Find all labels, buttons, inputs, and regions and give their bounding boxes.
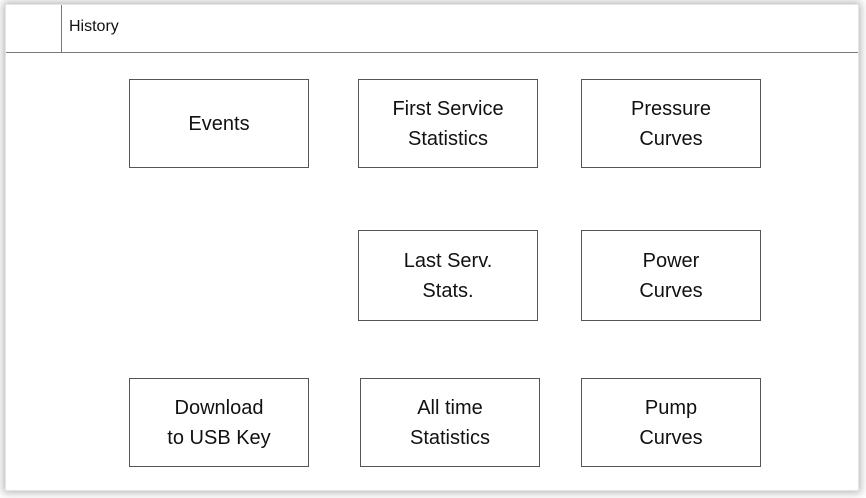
power-curves-button[interactable]: Power Curves [581,230,761,321]
download-to-usb-key-button[interactable]: Download to USB Key [129,378,309,467]
first-service-statistics-button[interactable]: First Service Statistics [358,79,538,168]
pressure-curves-button[interactable]: Pressure Curves [581,79,761,168]
events-button[interactable]: Events [129,79,309,168]
back-button-cell[interactable] [6,5,62,52]
pump-curves-button[interactable]: Pump Curves [581,378,761,467]
all-time-statistics-button[interactable]: All time Statistics [360,378,540,467]
header-bar: History [6,5,858,53]
page-title: History [69,18,119,35]
history-screen: History Events First Service Statistics … [6,5,858,490]
last-serv-stats-button[interactable]: Last Serv. Stats. [358,230,538,321]
